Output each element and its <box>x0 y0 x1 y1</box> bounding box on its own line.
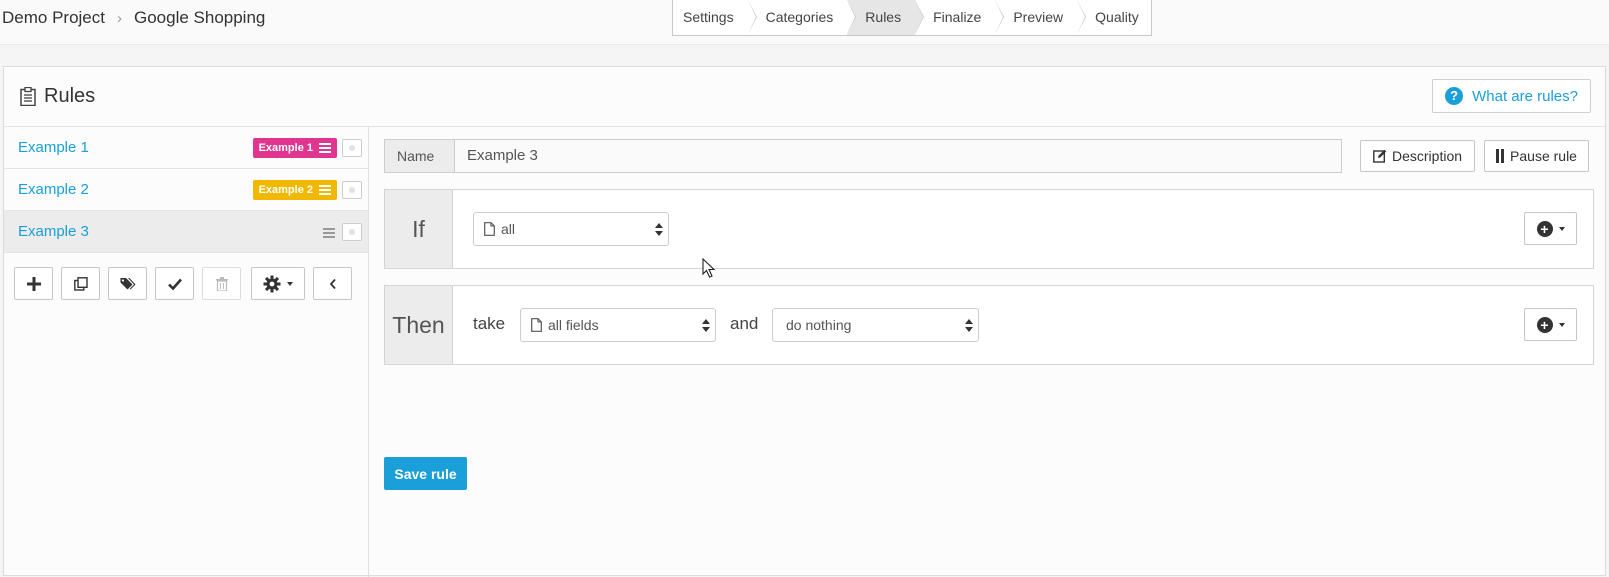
trash-icon <box>215 276 228 291</box>
caret-down-icon <box>287 281 293 286</box>
description-button[interactable]: Description <box>1360 140 1475 172</box>
description-label: Description <box>1391 148 1463 164</box>
fields-select[interactable]: all fields <box>520 308 716 342</box>
delete-rule-button[interactable] <box>202 267 241 300</box>
question-icon: ? <box>1445 87 1464 105</box>
tags-icon <box>120 277 135 289</box>
then-label: Then <box>385 286 453 364</box>
file-icon <box>484 222 495 236</box>
fields-select-value: all fields <box>548 317 599 333</box>
chevron-left-icon <box>329 278 336 289</box>
rule-item-label[interactable]: Example 3 <box>18 223 89 240</box>
rule-tag-label: Example 2 <box>258 184 313 196</box>
drag-handle-icon[interactable] <box>323 226 335 240</box>
add-condition-button[interactable]: + <box>1524 212 1577 245</box>
pause-label: Pause rule <box>1510 148 1577 164</box>
take-word: take <box>473 314 506 333</box>
if-label: If <box>385 190 453 268</box>
chevron-right-icon: › <box>116 9 122 27</box>
breadcrumb: Demo Project › Google Shopping <box>2 8 265 28</box>
help-label: What are rules? <box>1472 87 1578 105</box>
top-bar: Demo Project › Google Shopping Settings … <box>0 0 1609 45</box>
rules-toolbar <box>14 267 360 300</box>
select-arrows-icon <box>965 319 973 332</box>
rule-tag-label: Example 1 <box>258 142 313 154</box>
rule-item-label[interactable]: Example 1 <box>18 139 89 156</box>
panel-header: Rules ? What are rules? <box>4 67 1605 127</box>
rule-item[interactable]: Example 1 Example 1 <box>4 127 368 169</box>
rule-tag[interactable]: Example 2 <box>252 180 337 200</box>
copy-rule-button[interactable] <box>61 267 100 300</box>
name-label: Name <box>384 139 454 173</box>
rule-toggle[interactable] <box>342 181 362 199</box>
tags-button[interactable] <box>108 267 147 300</box>
drag-handle-icon[interactable] <box>319 183 331 197</box>
page-title: Rules <box>20 85 95 108</box>
edit-icon <box>1373 149 1387 163</box>
what-are-rules-button[interactable]: ? What are rules? <box>1432 79 1591 113</box>
rules-panel: Rules ? What are rules? Example 1 Exampl… <box>3 66 1606 577</box>
step-finalize[interactable]: Finalize <box>915 0 1005 35</box>
drag-handle-icon[interactable] <box>319 141 331 155</box>
pause-icon <box>1501 149 1505 163</box>
rule-item[interactable]: Example 2 Example 2 <box>4 169 368 211</box>
rule-item[interactable]: Example 3 <box>4 211 368 253</box>
file-icon <box>531 318 542 332</box>
check-icon <box>167 278 182 290</box>
check-button[interactable] <box>155 267 194 300</box>
rule-toggle[interactable] <box>342 223 362 241</box>
if-block: If all + <box>384 189 1594 269</box>
settings-dropdown-button[interactable] <box>251 267 305 300</box>
condition-select[interactable]: all <box>473 212 669 246</box>
and-word: and <box>730 314 759 333</box>
pause-icon <box>1496 149 1500 163</box>
step-settings[interactable]: Settings <box>673 0 757 35</box>
rule-item-label[interactable]: Example 2 <box>18 181 89 198</box>
action-select-value: do nothing <box>786 317 852 333</box>
clipboard-icon <box>20 87 36 106</box>
rule-editor: Name Example 3 Description Pause rule If <box>384 139 1594 490</box>
step-quality[interactable]: Quality <box>1077 0 1151 35</box>
action-select[interactable]: do nothing <box>772 308 979 342</box>
pause-rule-button[interactable]: Pause rule <box>1484 140 1589 172</box>
condition-select-value: all <box>501 221 516 237</box>
mouse-cursor-icon <box>702 258 716 278</box>
rule-toggle[interactable] <box>342 139 362 157</box>
rules-sidebar: Example 1 Example 1 Example 2 Example 2 … <box>4 127 369 577</box>
wizard-steps: Settings Categories Rules Finalize Previ… <box>672 0 1152 36</box>
step-categories[interactable]: Categories <box>747 0 856 35</box>
add-action-button[interactable]: + <box>1524 308 1577 341</box>
add-rule-button[interactable] <box>14 267 53 300</box>
step-preview[interactable]: Preview <box>995 0 1086 35</box>
breadcrumb-channel[interactable]: Google Shopping <box>134 8 265 28</box>
save-rule-button[interactable]: Save rule <box>384 457 467 490</box>
gear-icon <box>263 275 281 292</box>
then-block: Then take all fields and do nothing + <box>384 285 1594 365</box>
breadcrumb-project[interactable]: Demo Project <box>2 8 105 28</box>
caret-down-icon <box>1558 322 1565 327</box>
name-row: Name Example 3 Description Pause rule <box>384 139 1594 173</box>
select-arrows-icon <box>702 319 710 332</box>
rule-tag[interactable]: Example 1 <box>252 138 337 158</box>
step-rules[interactable]: Rules <box>847 0 924 35</box>
caret-down-icon <box>1558 226 1565 231</box>
plus-icon <box>26 276 41 291</box>
rule-name-input[interactable]: Example 3 <box>454 139 1342 173</box>
select-arrows-icon <box>655 223 663 236</box>
copy-icon <box>73 276 88 291</box>
panel-title-text: Rules <box>44 85 96 107</box>
collapse-sidebar-button[interactable] <box>313 267 352 300</box>
plus-circle-icon: + <box>1536 316 1553 333</box>
plus-circle-icon: + <box>1536 220 1553 237</box>
